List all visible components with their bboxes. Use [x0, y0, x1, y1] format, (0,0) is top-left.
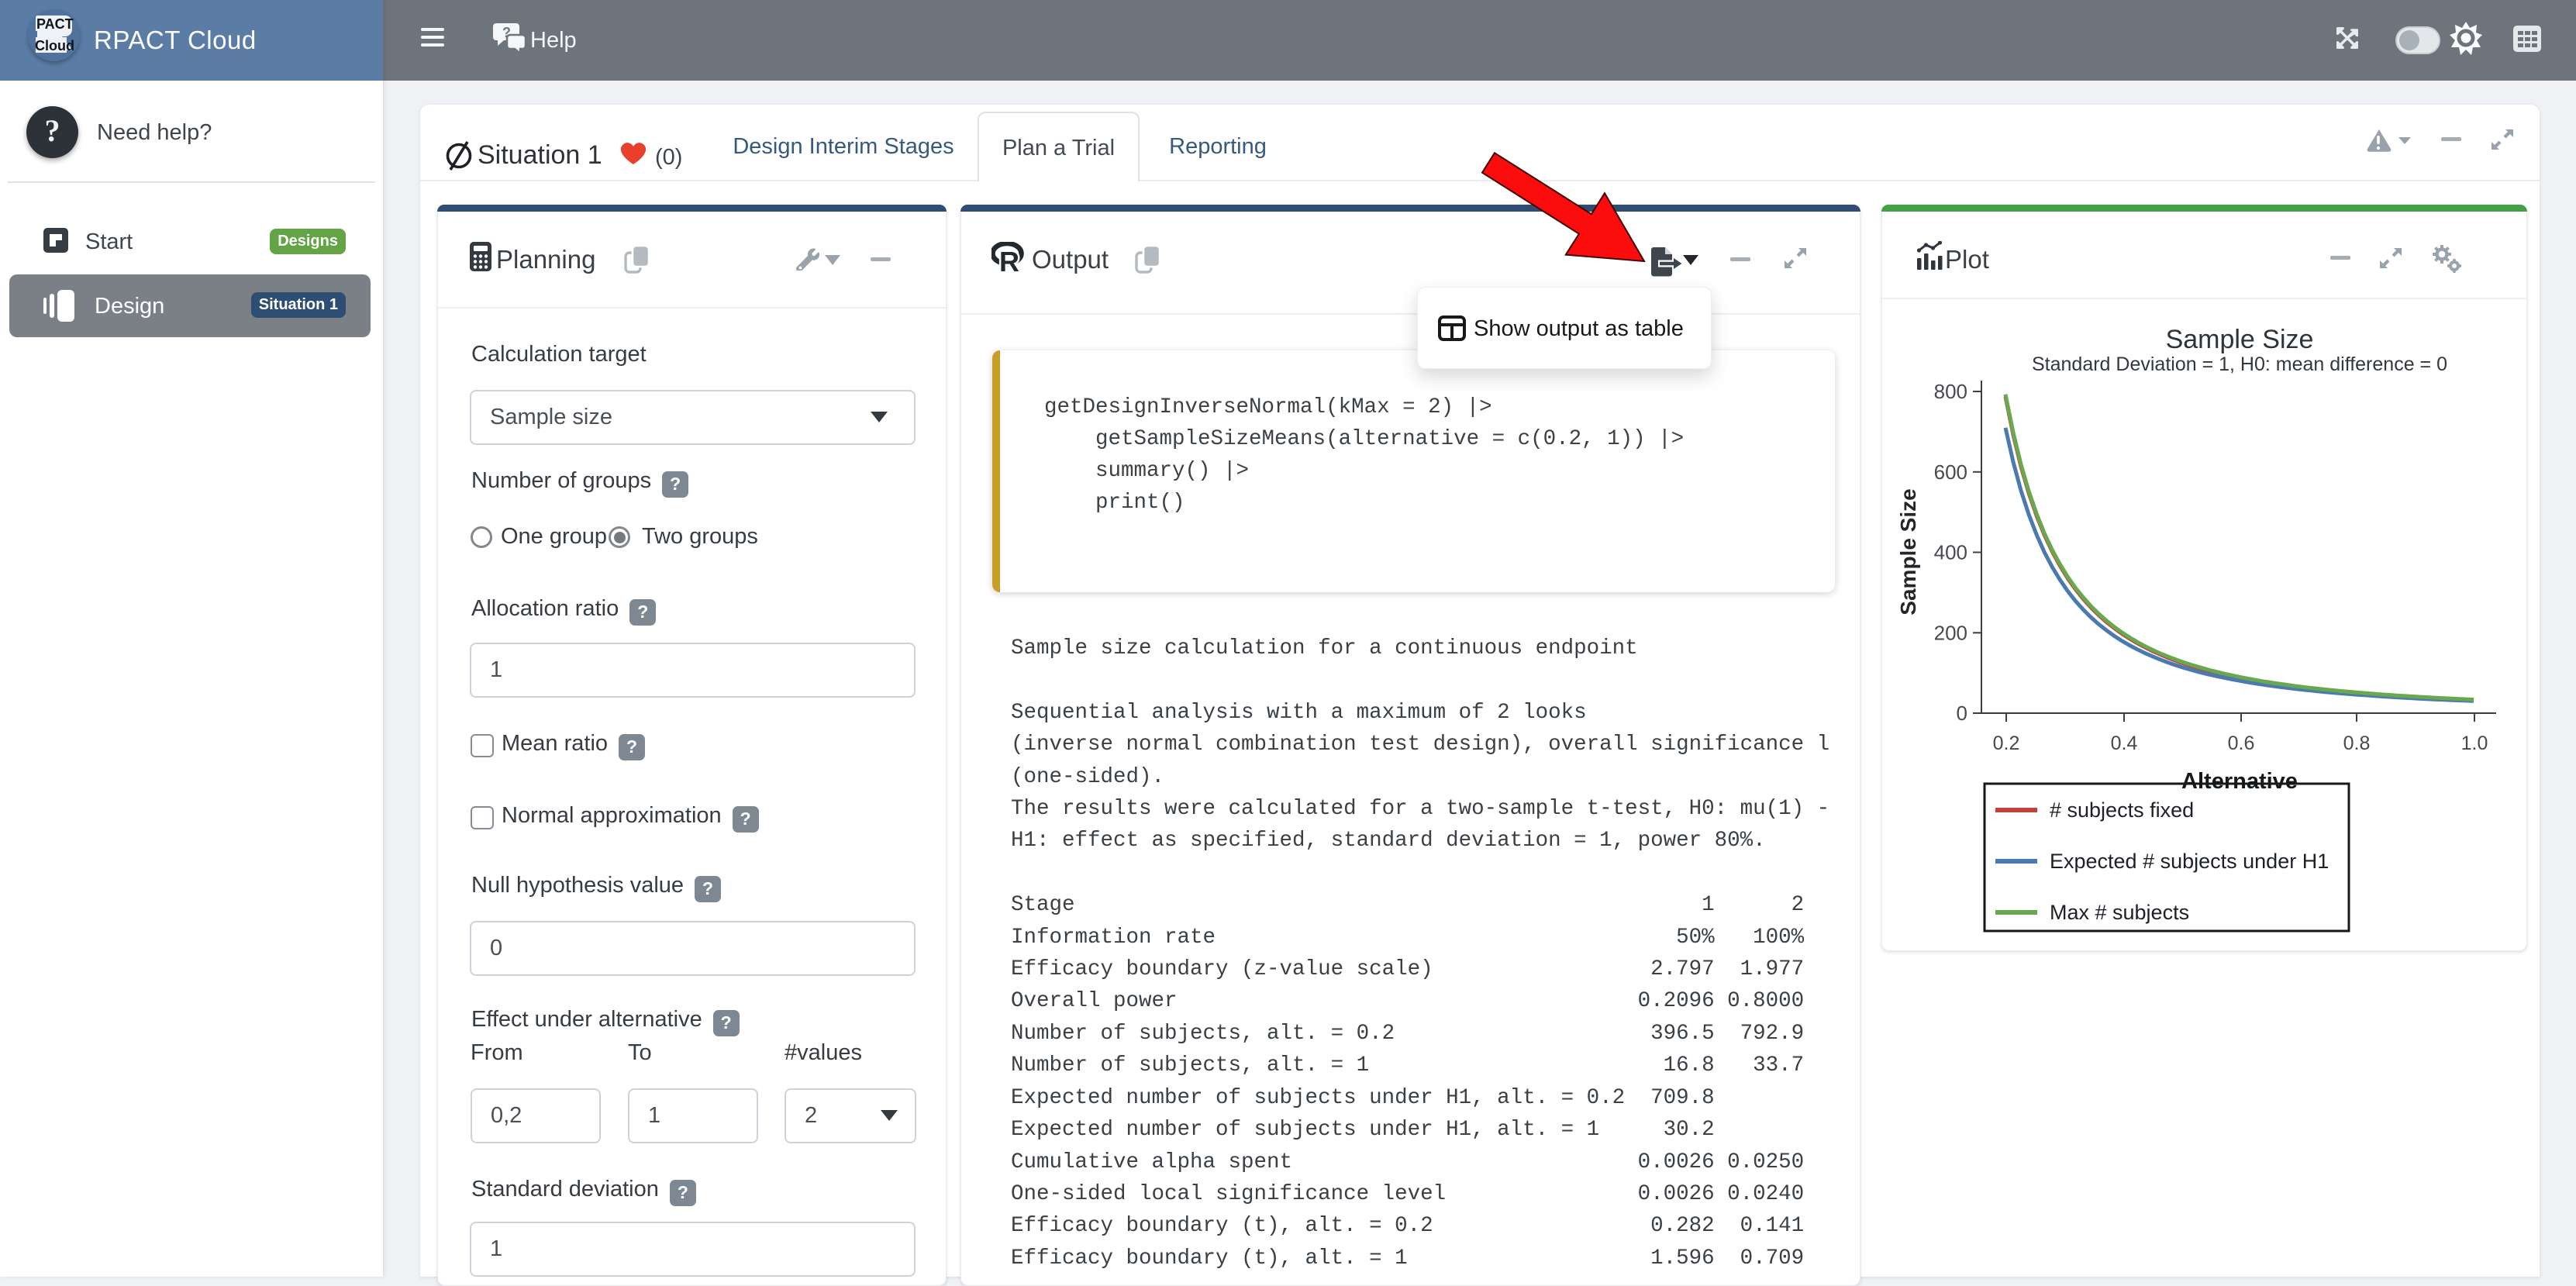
svg-text:R: R — [999, 246, 1019, 273]
svg-text:# subjects fixed: # subjects fixed — [2050, 798, 2194, 822]
svg-text:Alternative: Alternative — [2181, 769, 2298, 794]
svg-text:800: 800 — [1934, 380, 1967, 403]
svg-text:Expected # subjects under H1: Expected # subjects under H1 — [2050, 850, 2329, 873]
svg-text:200: 200 — [1934, 621, 1967, 644]
svg-text:Max # subjects: Max # subjects — [2050, 901, 2189, 924]
svg-text:0.8: 0.8 — [2343, 733, 2371, 754]
svg-text:0: 0 — [1957, 702, 1967, 725]
svg-text:400: 400 — [1934, 541, 1967, 564]
svg-text:1.0: 1.0 — [2461, 733, 2488, 754]
svg-text:Sample Size: Sample Size — [2166, 325, 2314, 354]
svg-text:600: 600 — [1934, 460, 1967, 484]
svg-text:Cloud: Cloud — [35, 38, 74, 53]
svg-text:Sample Size: Sample Size — [1896, 488, 1920, 615]
svg-text:0.4: 0.4 — [2111, 733, 2138, 754]
svg-text:PACT: PACT — [36, 16, 74, 32]
svg-text:0.2: 0.2 — [1993, 733, 2020, 754]
svg-text:Standard Deviation = 1, H0: me: Standard Deviation = 1, H0: mean differe… — [2032, 353, 2447, 375]
svg-text:0.6: 0.6 — [2228, 733, 2255, 754]
